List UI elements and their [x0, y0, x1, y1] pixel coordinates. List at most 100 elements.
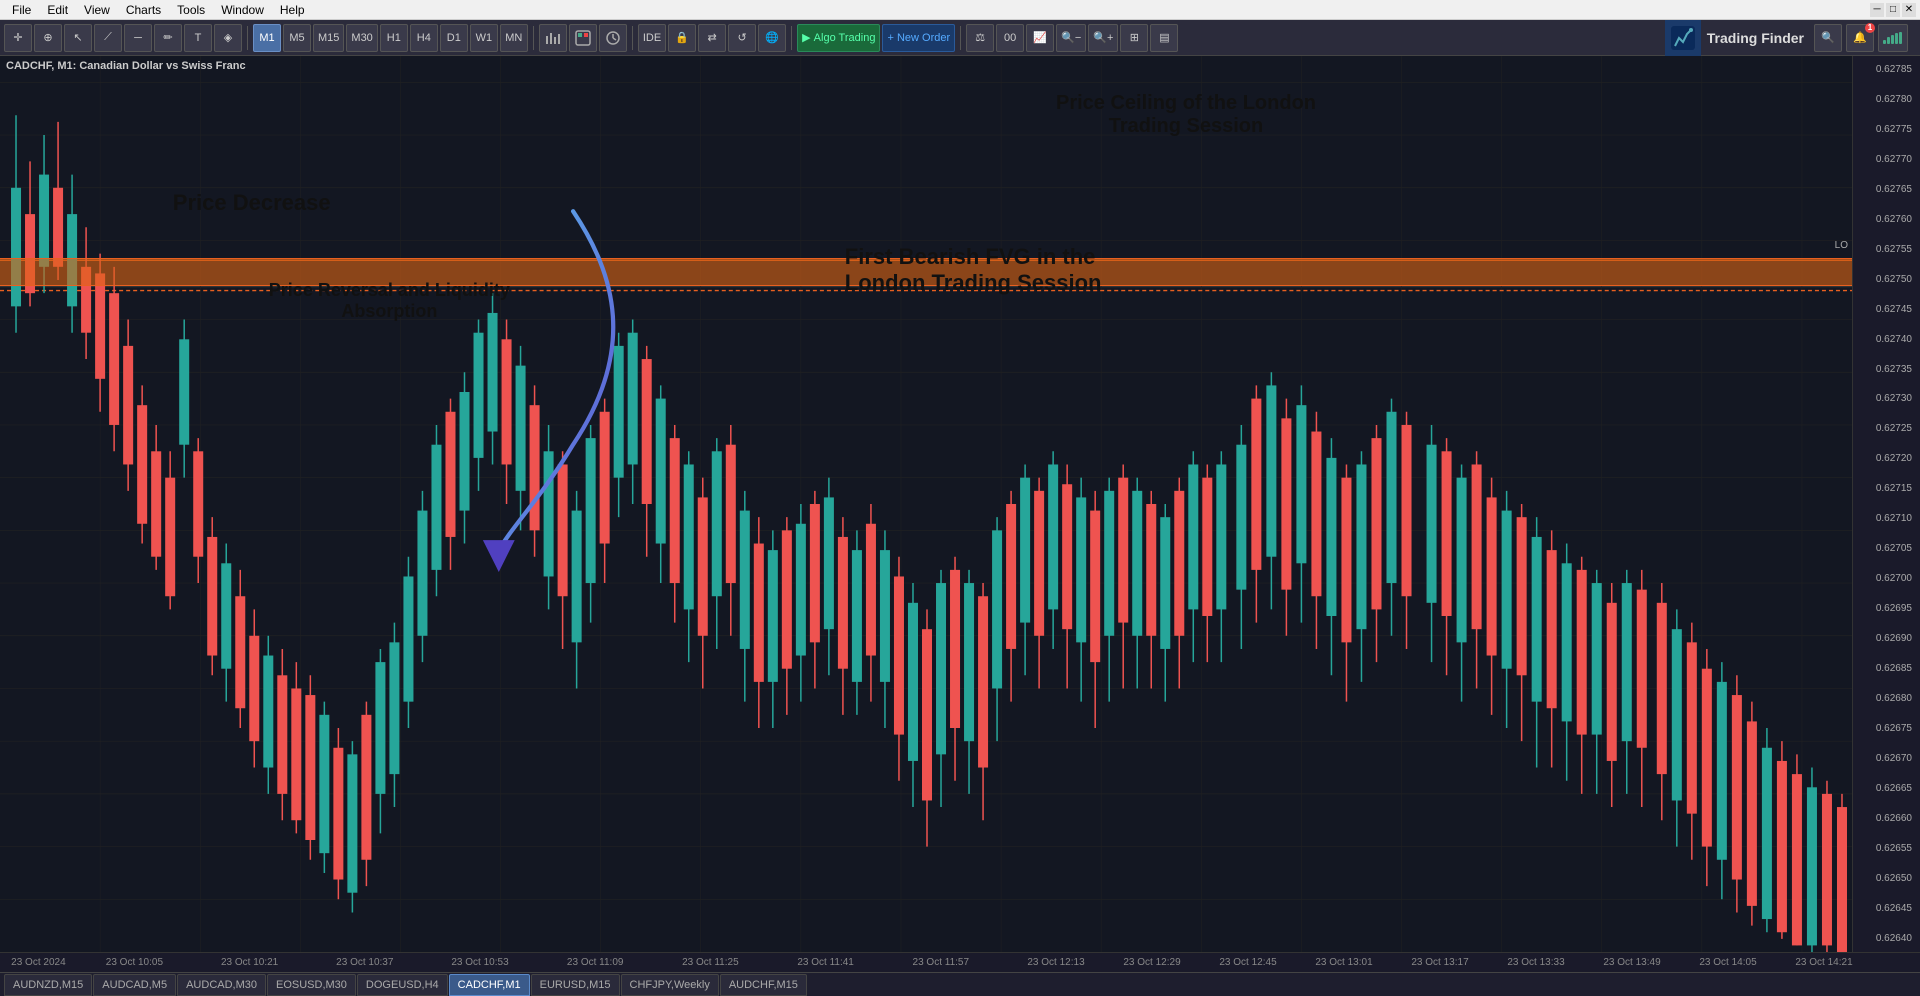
price-label-12: 0.62725 — [1857, 423, 1916, 434]
shapes-tool[interactable]: ◈ — [214, 24, 242, 52]
time-label-5: 23 Oct 11:09 — [567, 957, 624, 968]
price-levels-btn[interactable]: ⚖ — [966, 24, 994, 52]
price-label-4: 0.62765 — [1857, 184, 1916, 195]
price-label-23: 0.62670 — [1857, 753, 1916, 764]
notification-btn[interactable]: 🔔 1 — [1846, 24, 1874, 52]
price-reversal-annotation: Price Reversal and LiquidityAbsorption — [269, 280, 510, 322]
time-label-1: 23 Oct 10:05 — [106, 957, 163, 968]
notification-badge: 1 — [1865, 23, 1875, 33]
time-axis: 23 Oct 2024 23 Oct 10:05 23 Oct 10:21 23… — [0, 952, 1920, 972]
menu-charts[interactable]: Charts — [118, 3, 169, 17]
chart-type-btn[interactable] — [539, 24, 567, 52]
menu-file[interactable]: File — [4, 3, 39, 17]
tf-mn[interactable]: MN — [500, 24, 528, 52]
brand-name: Trading Finder — [1707, 30, 1804, 46]
tab-dogeusd-h4[interactable]: DOGEUSD,H4 — [357, 974, 448, 996]
menu-edit[interactable]: Edit — [39, 3, 76, 17]
time-label-17: 23 Oct 14:21 — [1795, 957, 1852, 968]
price-label-21: 0.62680 — [1857, 693, 1916, 704]
tab-audcad-m5[interactable]: AUDCAD,M5 — [93, 974, 176, 996]
minimize-button[interactable]: ─ — [1870, 3, 1884, 17]
pencil-tool[interactable]: ✏ — [154, 24, 182, 52]
tf-d1[interactable]: D1 — [440, 24, 468, 52]
tf-m30[interactable]: M30 — [346, 24, 377, 52]
time-label-7: 23 Oct 11:41 — [797, 957, 854, 968]
tab-audcad-m30[interactable]: AUDCAD,M30 — [177, 974, 266, 996]
properties-btn[interactable]: ▤ — [1150, 24, 1178, 52]
price-label-19: 0.62690 — [1857, 633, 1916, 644]
tab-eurusd-m15[interactable]: EURUSD,M15 — [531, 974, 620, 996]
tf-m5[interactable]: M5 — [283, 24, 311, 52]
text-tool[interactable]: T — [184, 24, 212, 52]
zoom-in-btn[interactable]: 🔍+ — [1088, 24, 1118, 52]
price-label-13: 0.62720 — [1857, 453, 1916, 464]
chart-area[interactable]: CADCHF, M1: Canadian Dollar vs Swiss Fra… — [0, 56, 1920, 952]
tab-audnzd-m15[interactable]: AUDNZD,M15 — [4, 974, 92, 996]
zoom-in-tool[interactable]: ⊕ — [34, 24, 62, 52]
tab-cadchf-m1[interactable]: CADCHF,M1 — [449, 974, 530, 996]
menu-bar: File Edit View Charts Tools Window Help … — [0, 0, 1920, 20]
search-btn[interactable]: 🔍 — [1814, 24, 1842, 52]
price-label-1: 0.62780 — [1857, 94, 1916, 105]
lock-btn[interactable]: 🔒 — [668, 24, 696, 52]
refresh-btn[interactable]: ↺ — [728, 24, 756, 52]
web-btn[interactable]: 🌐 — [758, 24, 786, 52]
sep3 — [632, 26, 633, 50]
tf-h4[interactable]: H4 — [410, 24, 438, 52]
price-label-8: 0.62745 — [1857, 304, 1916, 315]
maximize-button[interactable]: □ — [1886, 3, 1900, 17]
indicators-btn[interactable] — [599, 24, 627, 52]
menu-window[interactable]: Window — [213, 3, 272, 17]
time-label-15: 23 Oct 13:49 — [1603, 957, 1660, 968]
crosshair-tool[interactable]: ✛ — [4, 24, 32, 52]
forward-btn[interactable]: ⇄ — [698, 24, 726, 52]
time-label-2: 23 Oct 10:21 — [221, 957, 278, 968]
new-order-btn[interactable]: + New Order — [882, 24, 955, 52]
menu-tools[interactable]: Tools — [169, 3, 213, 17]
price-label-5: 0.62760 — [1857, 214, 1916, 225]
tab-chfjpy-weekly[interactable]: CHFJPY,Weekly — [621, 974, 719, 996]
tf-w1[interactable]: W1 — [470, 24, 498, 52]
menu-view[interactable]: View — [76, 3, 118, 17]
pointer-tool[interactable]: ↖ — [64, 24, 92, 52]
time-label-8: 23 Oct 11:57 — [913, 957, 970, 968]
line-tool[interactable]: ⟋ — [94, 24, 122, 52]
tab-audchf-m15[interactable]: AUDCHF,M15 — [720, 974, 807, 996]
algo-trading-btn[interactable]: ▶ Algo Trading — [797, 24, 880, 52]
new-order-icon: + — [887, 32, 893, 44]
time-label-11: 23 Oct 12:45 — [1219, 957, 1276, 968]
time-label-6: 23 Oct 11:25 — [682, 957, 739, 968]
price-decrease-annotation: Price Decrease — [173, 190, 331, 216]
hline-tool[interactable]: ─ — [124, 24, 152, 52]
price-label-3: 0.62770 — [1857, 154, 1916, 165]
zoom-out-btn[interactable]: 🔍− — [1056, 24, 1086, 52]
sep2 — [533, 26, 534, 50]
price-label-25: 0.62660 — [1857, 813, 1916, 824]
tab-eosusd-m30[interactable]: EOSUSD,M30 — [267, 974, 356, 996]
ide-btn[interactable]: IDE — [638, 24, 666, 52]
price-label-9: 0.62740 — [1857, 334, 1916, 345]
tf-m1[interactable]: M1 — [253, 24, 281, 52]
menu-help[interactable]: Help — [272, 3, 313, 17]
quotes-btn[interactable]: 00 — [996, 24, 1024, 52]
brand-logo — [1665, 20, 1701, 56]
price-label-26: 0.62655 — [1857, 843, 1916, 854]
time-label-14: 23 Oct 13:33 — [1507, 957, 1564, 968]
grid-btn[interactable]: ⊞ — [1120, 24, 1148, 52]
sep1 — [247, 26, 248, 50]
tf-h1[interactable]: H1 — [380, 24, 408, 52]
price-label-20: 0.62685 — [1857, 663, 1916, 674]
sep4 — [791, 26, 792, 50]
lo-label: LO — [1835, 240, 1848, 251]
color-scheme-btn[interactable] — [569, 24, 597, 52]
close-button[interactable]: ✕ — [1902, 3, 1916, 17]
price-label-15: 0.62710 — [1857, 513, 1916, 524]
time-label-10: 23 Oct 12:29 — [1123, 957, 1180, 968]
price-label-28: 0.62645 — [1857, 903, 1916, 914]
price-label-14: 0.62715 — [1857, 483, 1916, 494]
time-label-3: 23 Oct 10:37 — [336, 957, 393, 968]
chart-shift-btn[interactable]: 📈 — [1026, 24, 1054, 52]
tf-m15[interactable]: M15 — [313, 24, 344, 52]
first-bearish-fvg-annotation: First Bearish FVG in theLondon Trading S… — [845, 244, 1102, 296]
price-label-11: 0.62730 — [1857, 393, 1916, 404]
